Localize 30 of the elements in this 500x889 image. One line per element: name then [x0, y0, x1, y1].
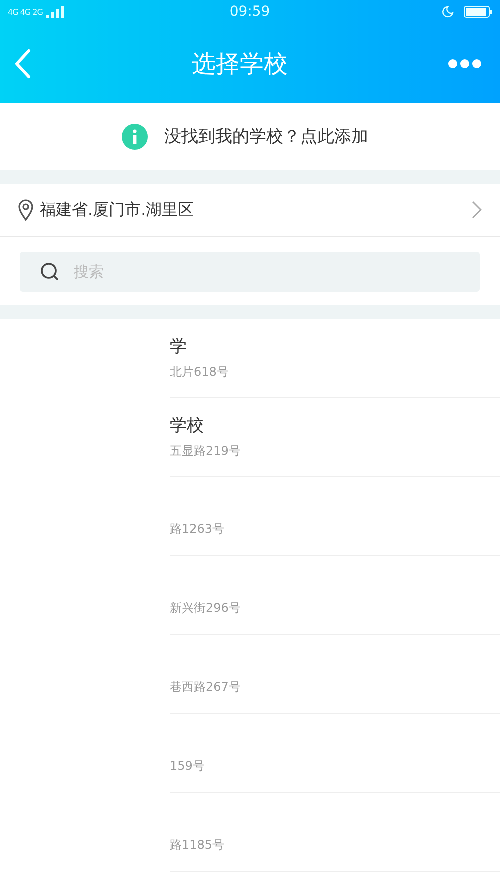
school-item[interactable]: 学校 五显路219号: [170, 398, 500, 477]
page-title: 选择学校: [192, 48, 288, 80]
school-item[interactable]: 新兴街296号: [170, 556, 500, 635]
school-address: 159号: [170, 758, 205, 774]
network-label: 4G 4G 2G: [8, 8, 43, 16]
add-school-link[interactable]: 没找到我的学校？点此添加: [164, 125, 368, 148]
location-row[interactable]: 福建省.厦门市.湖里区: [0, 184, 500, 237]
search-field[interactable]: 搜索: [20, 252, 480, 292]
school-item[interactable]: 路1263号: [170, 477, 500, 556]
info-icon: [122, 124, 148, 150]
school-address: 新兴街296号: [170, 600, 241, 616]
back-icon[interactable]: [14, 48, 32, 78]
location-pin-icon: [18, 199, 34, 221]
school-address: 北片618号: [170, 364, 229, 381]
school-address: 路1263号: [170, 520, 225, 538]
school-item[interactable]: 路1185号: [170, 793, 500, 872]
school-item[interactable]: 巷西路267号: [170, 635, 500, 714]
school-address: 五显路219号: [170, 443, 241, 460]
school-item[interactable]: 159号: [170, 714, 500, 793]
moon-icon: [442, 6, 454, 18]
school-item[interactable]: 学 北片618号: [170, 319, 500, 398]
school-name: 学: [170, 336, 187, 358]
battery-icon: [464, 6, 492, 18]
more-icon[interactable]: [448, 58, 482, 68]
clock-time: 09:59: [228, 4, 272, 20]
chevron-right-icon: [472, 201, 482, 219]
search-icon: [40, 262, 60, 282]
school-address: 路1185号: [170, 836, 225, 854]
school-name: 学校: [170, 415, 204, 437]
school-address: 巷西路267号: [170, 678, 241, 696]
